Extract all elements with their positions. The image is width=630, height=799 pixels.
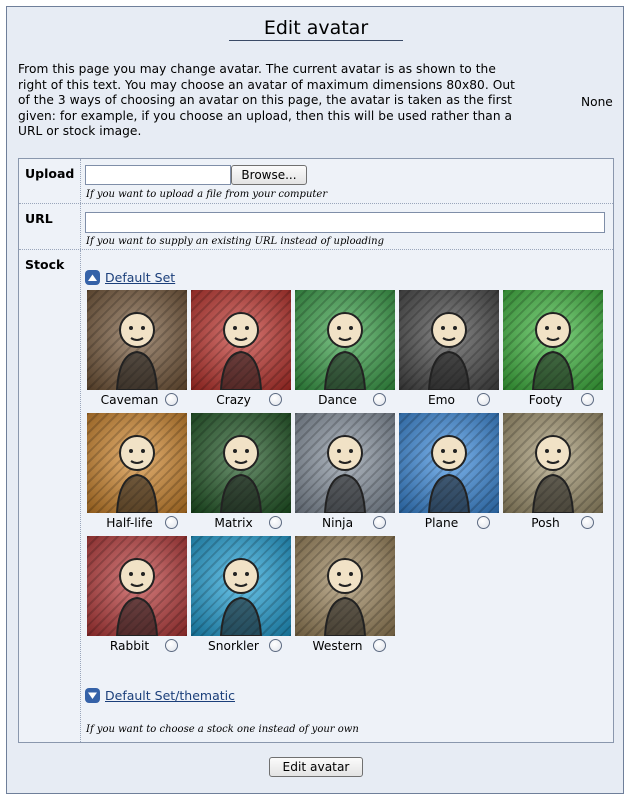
upload-label: Upload bbox=[25, 166, 75, 181]
default-set-toggle[interactable]: Default Set bbox=[85, 270, 175, 285]
avatar-thumbnail[interactable] bbox=[295, 413, 395, 513]
stock-avatar-grid: Caveman Crazy Dance Emo Footy Half-life Matrix… bbox=[87, 290, 607, 670]
avatar-figure-icon bbox=[531, 312, 575, 390]
upload-file-field[interactable] bbox=[85, 165, 231, 185]
avatar-label: Matrix bbox=[214, 516, 253, 530]
stock-avatar-tile[interactable]: Matrix bbox=[191, 413, 295, 533]
current-avatar-value: None bbox=[581, 95, 613, 109]
avatar-thumbnail[interactable] bbox=[295, 290, 395, 390]
page-title: Edit avatar bbox=[263, 17, 369, 39]
avatar-radio[interactable] bbox=[477, 516, 490, 529]
avatar-thumbnail[interactable] bbox=[87, 536, 187, 636]
avatar-radio[interactable] bbox=[165, 516, 178, 529]
thematic-set-link[interactable]: Default Set/thematic bbox=[105, 688, 235, 703]
avatar-radio[interactable] bbox=[269, 393, 282, 406]
stock-avatar-tile[interactable]: Snorkler bbox=[191, 536, 295, 656]
stock-avatar-tile[interactable]: Plane bbox=[399, 413, 503, 533]
stock-avatar-tile[interactable]: Emo bbox=[399, 290, 503, 410]
avatar-label: Emo bbox=[427, 393, 456, 407]
avatar-radio[interactable] bbox=[373, 639, 386, 652]
avatar-figure-icon bbox=[323, 312, 367, 390]
avatar-label: Plane bbox=[424, 516, 459, 530]
chevron-down-icon bbox=[85, 688, 100, 703]
avatar-figure-icon bbox=[115, 558, 159, 636]
avatar-radio[interactable] bbox=[269, 639, 282, 652]
avatar-label: Crazy bbox=[216, 393, 251, 407]
avatar-figure-icon bbox=[219, 312, 263, 390]
avatar-figure-icon bbox=[427, 435, 471, 513]
column-separator bbox=[80, 204, 81, 249]
avatar-thumbnail[interactable] bbox=[399, 290, 499, 390]
stock-avatar-tile[interactable]: Caveman bbox=[87, 290, 191, 410]
stock-avatar-tile[interactable]: Posh bbox=[503, 413, 607, 533]
avatar-label: Footy bbox=[528, 393, 563, 407]
stock-avatar-tile[interactable]: Footy bbox=[503, 290, 607, 410]
avatar-radio[interactable] bbox=[373, 393, 386, 406]
avatar-thumbnail[interactable] bbox=[191, 413, 291, 513]
stock-avatar-tile[interactable]: Half-life bbox=[87, 413, 191, 533]
stock-avatar-tile[interactable]: Dance bbox=[295, 290, 399, 410]
url-row: URL If you want to supply an existing UR… bbox=[19, 204, 613, 250]
stock-avatar-tile[interactable]: Crazy bbox=[191, 290, 295, 410]
avatar-thumbnail[interactable] bbox=[191, 536, 291, 636]
avatar-radio[interactable] bbox=[581, 516, 594, 529]
avatar-figure-icon bbox=[219, 558, 263, 636]
browse-button[interactable]: Browse... bbox=[231, 165, 307, 185]
avatar-thumbnail[interactable] bbox=[87, 413, 187, 513]
intro-text: From this page you may change avatar. Th… bbox=[18, 62, 515, 138]
avatar-radio[interactable] bbox=[165, 639, 178, 652]
stock-avatar-tile[interactable]: Rabbit bbox=[87, 536, 191, 656]
url-input[interactable] bbox=[85, 212, 605, 233]
avatar-label: Rabbit bbox=[109, 639, 150, 653]
edit-avatar-panel: Edit avatar From this page you may chang… bbox=[6, 6, 624, 794]
avatar-figure-icon bbox=[115, 312, 159, 390]
avatar-figure-icon bbox=[323, 558, 367, 636]
avatar-label: Caveman bbox=[100, 393, 159, 407]
stock-label: Stock bbox=[25, 257, 65, 272]
avatar-radio[interactable] bbox=[165, 393, 178, 406]
stock-row: Stock Default Set Caveman Crazy Dance Emo Fo… bbox=[19, 250, 613, 742]
avatar-label: Half-life bbox=[106, 516, 153, 530]
avatar-thumbnail[interactable] bbox=[191, 290, 291, 390]
default-set-link[interactable]: Default Set bbox=[105, 270, 175, 285]
avatar-thumbnail[interactable] bbox=[503, 290, 603, 390]
thematic-set-toggle[interactable]: Default Set/thematic bbox=[85, 688, 235, 703]
url-hint: If you want to supply an existing URL in… bbox=[86, 236, 384, 247]
avatar-radio[interactable] bbox=[269, 516, 282, 529]
chevron-up-icon bbox=[85, 270, 100, 285]
avatar-label: Posh bbox=[531, 516, 560, 530]
stock-hint: If you want to choose a stock one instea… bbox=[86, 724, 359, 735]
avatar-label: Dance bbox=[318, 393, 357, 407]
avatar-figure-icon bbox=[323, 435, 367, 513]
edit-avatar-submit-button[interactable]: Edit avatar bbox=[269, 757, 363, 777]
avatar-figure-icon bbox=[531, 435, 575, 513]
url-label: URL bbox=[25, 211, 53, 226]
stock-avatar-tile[interactable]: Western bbox=[295, 536, 399, 656]
avatar-thumbnail[interactable] bbox=[295, 536, 395, 636]
avatar-figure-icon bbox=[115, 435, 159, 513]
avatar-radio[interactable] bbox=[581, 393, 594, 406]
title-underline bbox=[229, 40, 403, 41]
avatar-form-table: Upload Browse... If you want to upload a… bbox=[18, 158, 614, 743]
column-separator bbox=[80, 250, 81, 742]
avatar-label: Snorkler bbox=[208, 639, 259, 653]
avatar-figure-icon bbox=[219, 435, 263, 513]
upload-row: Upload Browse... If you want to upload a… bbox=[19, 159, 613, 204]
avatar-thumbnail[interactable] bbox=[399, 413, 499, 513]
upload-hint: If you want to upload a file from your c… bbox=[86, 189, 328, 200]
avatar-thumbnail[interactable] bbox=[503, 413, 603, 513]
avatar-radio[interactable] bbox=[477, 393, 490, 406]
stock-avatar-tile[interactable]: Ninja bbox=[295, 413, 399, 533]
avatar-radio[interactable] bbox=[373, 516, 386, 529]
avatar-label: Western bbox=[312, 639, 363, 653]
avatar-figure-icon bbox=[427, 312, 471, 390]
avatar-label: Ninja bbox=[321, 516, 354, 530]
column-separator bbox=[80, 159, 81, 203]
avatar-thumbnail[interactable] bbox=[87, 290, 187, 390]
